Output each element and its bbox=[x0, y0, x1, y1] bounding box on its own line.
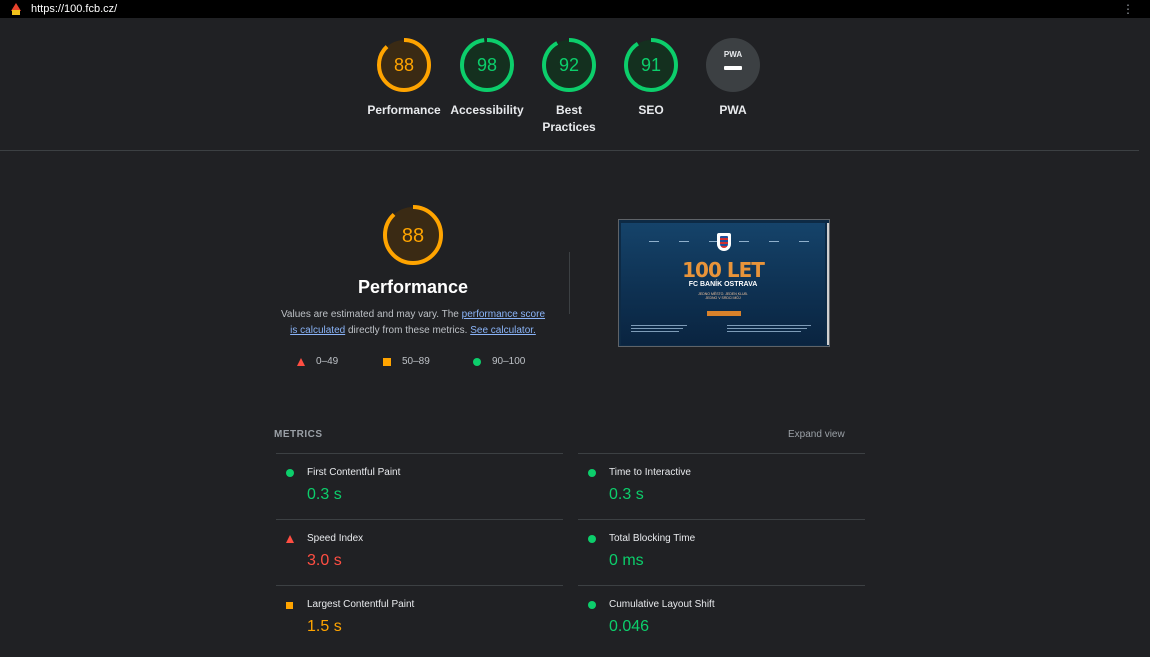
gauge-label-line: Best bbox=[555, 103, 582, 117]
vertical-divider bbox=[569, 252, 570, 314]
metric-largest-contentful-paint: Largest Contentful Paint 1.5 s bbox=[276, 585, 563, 651]
triangle-icon bbox=[297, 357, 305, 366]
club-crest-icon bbox=[717, 233, 731, 251]
metric-value: 1.5 s bbox=[307, 618, 342, 635]
gauge-label: Performance bbox=[367, 103, 441, 117]
metric-value: 0 ms bbox=[609, 552, 644, 569]
gauge-seo[interactable]: 91 SEO bbox=[606, 37, 696, 119]
gauge-score: 88 bbox=[394, 55, 414, 75]
screenshot-subtitle: FC BANÍK OSTRAVA bbox=[688, 281, 758, 288]
legend-range: 0–49 bbox=[316, 356, 339, 367]
metric-title: First Contentful Paint bbox=[307, 467, 401, 478]
gauge-label: Best Practices bbox=[524, 102, 614, 136]
browser-top-bar: https://100.fcb.cz/ ⋮ bbox=[0, 0, 1150, 18]
accessibility-gauge-icon: 98 bbox=[460, 38, 514, 92]
kebab-menu-icon[interactable]: ⋮ bbox=[1122, 2, 1134, 16]
metric-time-to-interactive: Time to Interactive 0.3 s bbox=[578, 453, 865, 519]
pass-circle-icon bbox=[588, 601, 596, 609]
section-divider bbox=[0, 150, 1139, 151]
gauge-score: 91 bbox=[641, 55, 661, 75]
final-screenshot[interactable]: 100 LET FC BANÍK OSTRAVA JEDNO MĚSTO. JE… bbox=[618, 219, 830, 347]
square-icon bbox=[383, 357, 391, 366]
legend-range: 50–89 bbox=[402, 356, 430, 367]
metric-value: 0.3 s bbox=[609, 486, 644, 503]
screenshot-tagline-line: JEDNO V SRDCI MŮJ bbox=[705, 296, 741, 300]
site-favicon-icon bbox=[11, 3, 21, 15]
description-text: Values are estimated and may vary. The bbox=[280, 309, 462, 320]
pass-circle-icon bbox=[588, 469, 596, 477]
pass-circle-icon bbox=[286, 469, 294, 477]
gauge-label-line: Practices bbox=[542, 120, 596, 134]
metric-title: Cumulative Layout Shift bbox=[609, 599, 715, 610]
screenshot-cta bbox=[707, 311, 741, 316]
pass-circle-icon bbox=[588, 535, 596, 543]
metric-title: Largest Contentful Paint bbox=[307, 599, 415, 610]
performance-title: Performance bbox=[357, 277, 469, 297]
performance-description: Values are estimated and may vary. The p… bbox=[276, 307, 550, 339]
gauge-score: 92 bbox=[559, 55, 579, 75]
best-practices-gauge-icon: 92 bbox=[542, 38, 596, 92]
expand-view-button[interactable]: Expand view bbox=[788, 429, 845, 440]
metric-value: 0.046 bbox=[609, 618, 650, 635]
screenshot-page: 100 LET FC BANÍK OSTRAVA JEDNO MĚSTO. JE… bbox=[621, 223, 825, 345]
metric-title: Time to Interactive bbox=[609, 467, 691, 478]
gauge-pwa[interactable]: PWA PWA bbox=[688, 37, 778, 119]
metrics-heading: METRICS bbox=[274, 429, 323, 440]
page-url[interactable]: https://100.fcb.cz/ bbox=[31, 3, 117, 15]
seo-gauge-icon: 91 bbox=[624, 38, 678, 92]
performance-score-gauge-icon: 88 bbox=[383, 205, 443, 265]
gauge-accessibility[interactable]: 98 Accessibility bbox=[442, 37, 532, 119]
metric-cumulative-layout-shift: Cumulative Layout Shift 0.046 bbox=[578, 585, 865, 651]
pwa-badge-text: PWA bbox=[724, 50, 742, 59]
gauge-best-practices[interactable]: 92 Best Practices bbox=[524, 37, 614, 136]
legend-pass: 90–100 bbox=[473, 356, 525, 367]
screenshot-tagline: JEDNO MĚSTO. JEDEN KLUB. JEDNO V SRDCI M… bbox=[621, 292, 825, 300]
metric-title: Total Blocking Time bbox=[609, 533, 696, 544]
screenshot-scrollbar bbox=[827, 223, 829, 345]
performance-score: 88 bbox=[402, 225, 424, 247]
legend-average: 50–89 bbox=[383, 356, 430, 367]
gauge-label: SEO bbox=[638, 103, 664, 117]
metric-title: Speed Index bbox=[307, 533, 364, 544]
metric-speed-index: Speed Index 3.0 s bbox=[276, 519, 563, 585]
screenshot-headline: 100 LET bbox=[682, 258, 765, 282]
legend-range: 90–100 bbox=[492, 356, 526, 367]
metric-value: 3.0 s bbox=[307, 552, 342, 569]
description-text: directly from these metrics. bbox=[345, 325, 471, 336]
circle-icon bbox=[473, 357, 481, 366]
gauge-score: 98 bbox=[477, 55, 497, 75]
average-square-icon bbox=[286, 602, 293, 609]
metric-value: 0.3 s bbox=[307, 486, 342, 503]
performance-gauge-icon: 88 bbox=[377, 38, 431, 92]
pwa-badge-icon: PWA bbox=[706, 38, 760, 92]
see-calculator-link[interactable]: See calculator. bbox=[470, 325, 536, 336]
metric-total-blocking-time: Total Blocking Time 0 ms bbox=[578, 519, 865, 585]
gauge-performance[interactable]: 88 Performance bbox=[359, 37, 449, 119]
fail-triangle-icon bbox=[286, 535, 294, 543]
legend-fail: 0–49 bbox=[297, 356, 338, 367]
gauge-label: PWA bbox=[719, 103, 747, 117]
metric-first-contentful-paint: First Contentful Paint 0.3 s bbox=[276, 453, 563, 519]
gauge-label: Accessibility bbox=[450, 103, 524, 117]
